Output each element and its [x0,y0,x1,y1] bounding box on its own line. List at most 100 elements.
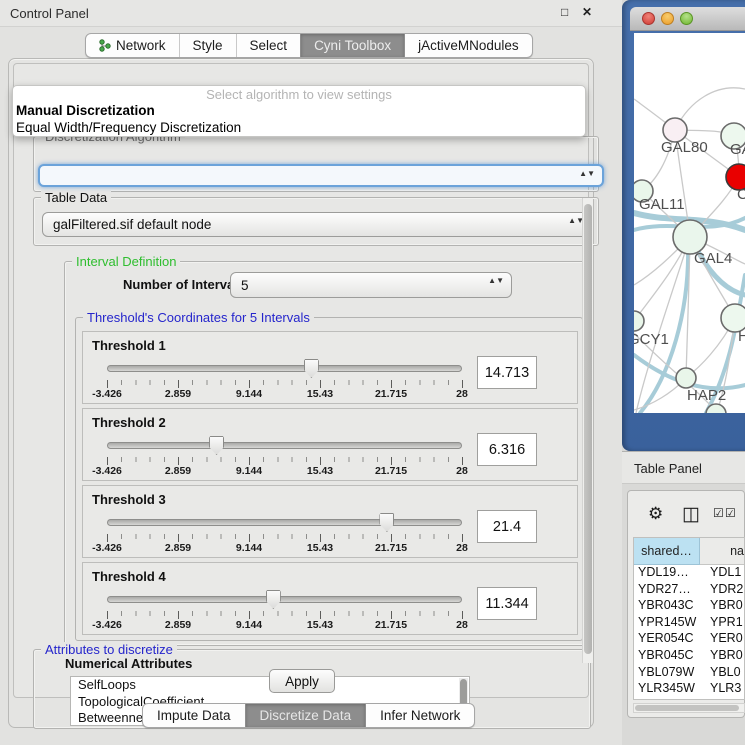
cell-name[interactable]: YDL1 [708,565,744,582]
node-label-hap2: HAP2 [687,387,726,404]
table-horizontal-scrollbar[interactable] [633,703,745,713]
settings-icon[interactable]: ⚙ [648,504,663,524]
cell-shared-name[interactable]: YDL19… [634,565,708,582]
network-node-gal4[interactable] [673,220,707,254]
cell-shared-name[interactable]: YIL052C [634,698,708,700]
close-window-icon[interactable]: ✕ [582,5,592,19]
network-node-hap2[interactable] [676,368,696,388]
threshold-3-value-field[interactable]: 21.4 [477,510,537,543]
checkbox-icon[interactable]: ☑ [713,506,724,520]
cell-name[interactable]: YDR2 [708,582,744,599]
table-row[interactable]: YBL079WYBL0 [634,665,744,682]
cell-name[interactable]: YBR0 [708,598,744,615]
table-row[interactable]: YIL052CYIL0 [634,698,744,700]
control-panel-titlebar: Control Panel □ ✕ [0,0,622,27]
split-view-icon[interactable]: ◫ [682,503,700,526]
bottom-tab-impute-data[interactable]: Impute Data [143,704,245,727]
table-row[interactable]: YBR045CYBR0 [634,648,744,665]
tab-select[interactable]: Select [236,34,301,57]
tick-label: 21.715 [375,542,407,554]
slider-thumb[interactable] [266,590,281,609]
cell-name[interactable]: YPR1 [708,615,744,632]
threshold-1-label: Threshold 1 [92,338,166,353]
cell-shared-name[interactable]: YER054C [634,631,708,648]
bottom-tab-infer-network[interactable]: Infer Network [365,704,474,727]
zoom-light[interactable] [680,12,693,25]
network-canvas[interactable]: GACGAL80GAL11GAL4GCY1HHAP2 [634,33,745,413]
tick-label: 28 [456,542,468,554]
table-row[interactable]: YLR345WYLR3 [634,681,744,698]
cell-shared-name[interactable]: YDR27… [634,582,708,599]
table-panel-title: Table Panel [634,461,702,476]
checkbox-icon[interactable]: ☑ [725,506,736,520]
cyni-toolbox-panel: Discretization Algorithm ▲▼ Table Data g… [13,63,589,698]
bottom-tab-discretize-data[interactable]: Discretize Data [245,704,366,727]
node-table: shared…na YDL19…YDL1YDR27…YDR2YBR043CYBR… [633,537,745,700]
slider-track[interactable] [107,442,462,449]
table-data-group-title: Table Data [41,190,111,205]
table-panel-header: Table Panel [622,451,745,484]
cell-name[interactable]: YIL0 [708,698,744,700]
threshold-2-value-field[interactable]: 6.316 [477,433,537,466]
column-header-shared[interactable]: shared… [634,538,700,565]
minimize-light[interactable] [661,12,674,25]
dropdown-prompt: Select algorithm to view settings [13,87,585,102]
cell-shared-name[interactable]: YLR345W [634,681,708,698]
slider-track[interactable] [107,596,462,603]
node-label-c: C [737,186,745,203]
network-window-titlebar[interactable] [630,7,745,31]
column-header-na[interactable]: na [700,538,744,565]
table-row[interactable]: YER054CYER0 [634,631,744,648]
tick-label: 15.43 [307,465,333,477]
cell-name[interactable]: YBL0 [708,665,744,682]
tab-jactivemnodules[interactable]: jActiveMNodules [404,34,532,57]
tick-label: 9.144 [236,542,262,554]
table-data-combobox[interactable]: galFiltered.sif default node ▲▼ [42,212,592,237]
slider-thumb[interactable] [209,436,224,455]
close-light[interactable] [642,12,655,25]
numerical-attributes-label: Numerical Attributes [65,656,192,671]
slider-track[interactable] [107,365,462,372]
tick-label: 21.715 [375,619,407,631]
threshold-1-slider[interactable] [107,358,462,378]
slider-thumb[interactable] [304,359,319,378]
threshold-2-slider[interactable] [107,435,462,455]
cell-name[interactable]: YER0 [708,631,744,648]
tab-network[interactable]: Network [86,34,179,57]
tab-cyni-toolbox[interactable]: Cyni Toolbox [300,34,404,57]
slider-thumb[interactable] [379,513,394,532]
threshold-3-slider[interactable] [107,512,462,532]
window-title: Control Panel [10,6,89,21]
threshold-1-value-field[interactable]: 14.713 [477,356,537,389]
table-row[interactable]: YDR27…YDR2 [634,582,744,599]
cell-shared-name[interactable]: YPR145W [634,615,708,632]
number-of-intervals-combobox[interactable]: 5 ▲▼ [230,272,512,298]
algorithm-combobox[interactable]: ▲▼ [38,164,604,187]
network-node-gcy1[interactable] [634,311,644,331]
bottom-tab-infer-network-label: Infer Network [380,708,460,723]
table-row[interactable]: YDL19…YDL1 [634,565,744,582]
cell-shared-name[interactable]: YBR045C [634,648,708,665]
apply-button[interactable]: Apply [269,669,335,693]
table-data-group: Table Data galFiltered.sif default node … [33,197,599,246]
cell-shared-name[interactable]: YBR043C [634,598,708,615]
float-window-icon[interactable]: □ [561,5,568,19]
cell-shared-name[interactable]: YBL079W [634,665,708,682]
tick-label: 15.43 [307,619,333,631]
table-row[interactable]: YBR043CYBR0 [634,598,744,615]
tab-style[interactable]: Style [179,34,236,57]
panel-vertical-scrollbar[interactable] [582,198,593,663]
tab-style-label: Style [193,38,223,53]
threshold-4-slider[interactable] [107,589,462,609]
cell-name[interactable]: YLR3 [708,681,744,698]
table-row[interactable]: YPR145WYPR1 [634,615,744,632]
threshold-4-value-field[interactable]: 11.344 [477,587,537,620]
app-root: Control Panel □ ✕ Network Style SelectCyni… [0,0,745,745]
slider-track[interactable] [107,519,462,526]
dropdown-option-manual-discretization[interactable]: Manual Discretization [15,103,583,119]
tick-label: -3.426 [92,465,122,477]
dropdown-option-equal-width-frequency-discretization[interactable]: Equal Width/Frequency Discretization [15,120,583,136]
node-label-gcy1: GCY1 [634,331,669,348]
cell-name[interactable]: YBR0 [708,648,744,665]
control-panel-window: Control Panel □ ✕ Network Style SelectCyni… [0,0,622,745]
